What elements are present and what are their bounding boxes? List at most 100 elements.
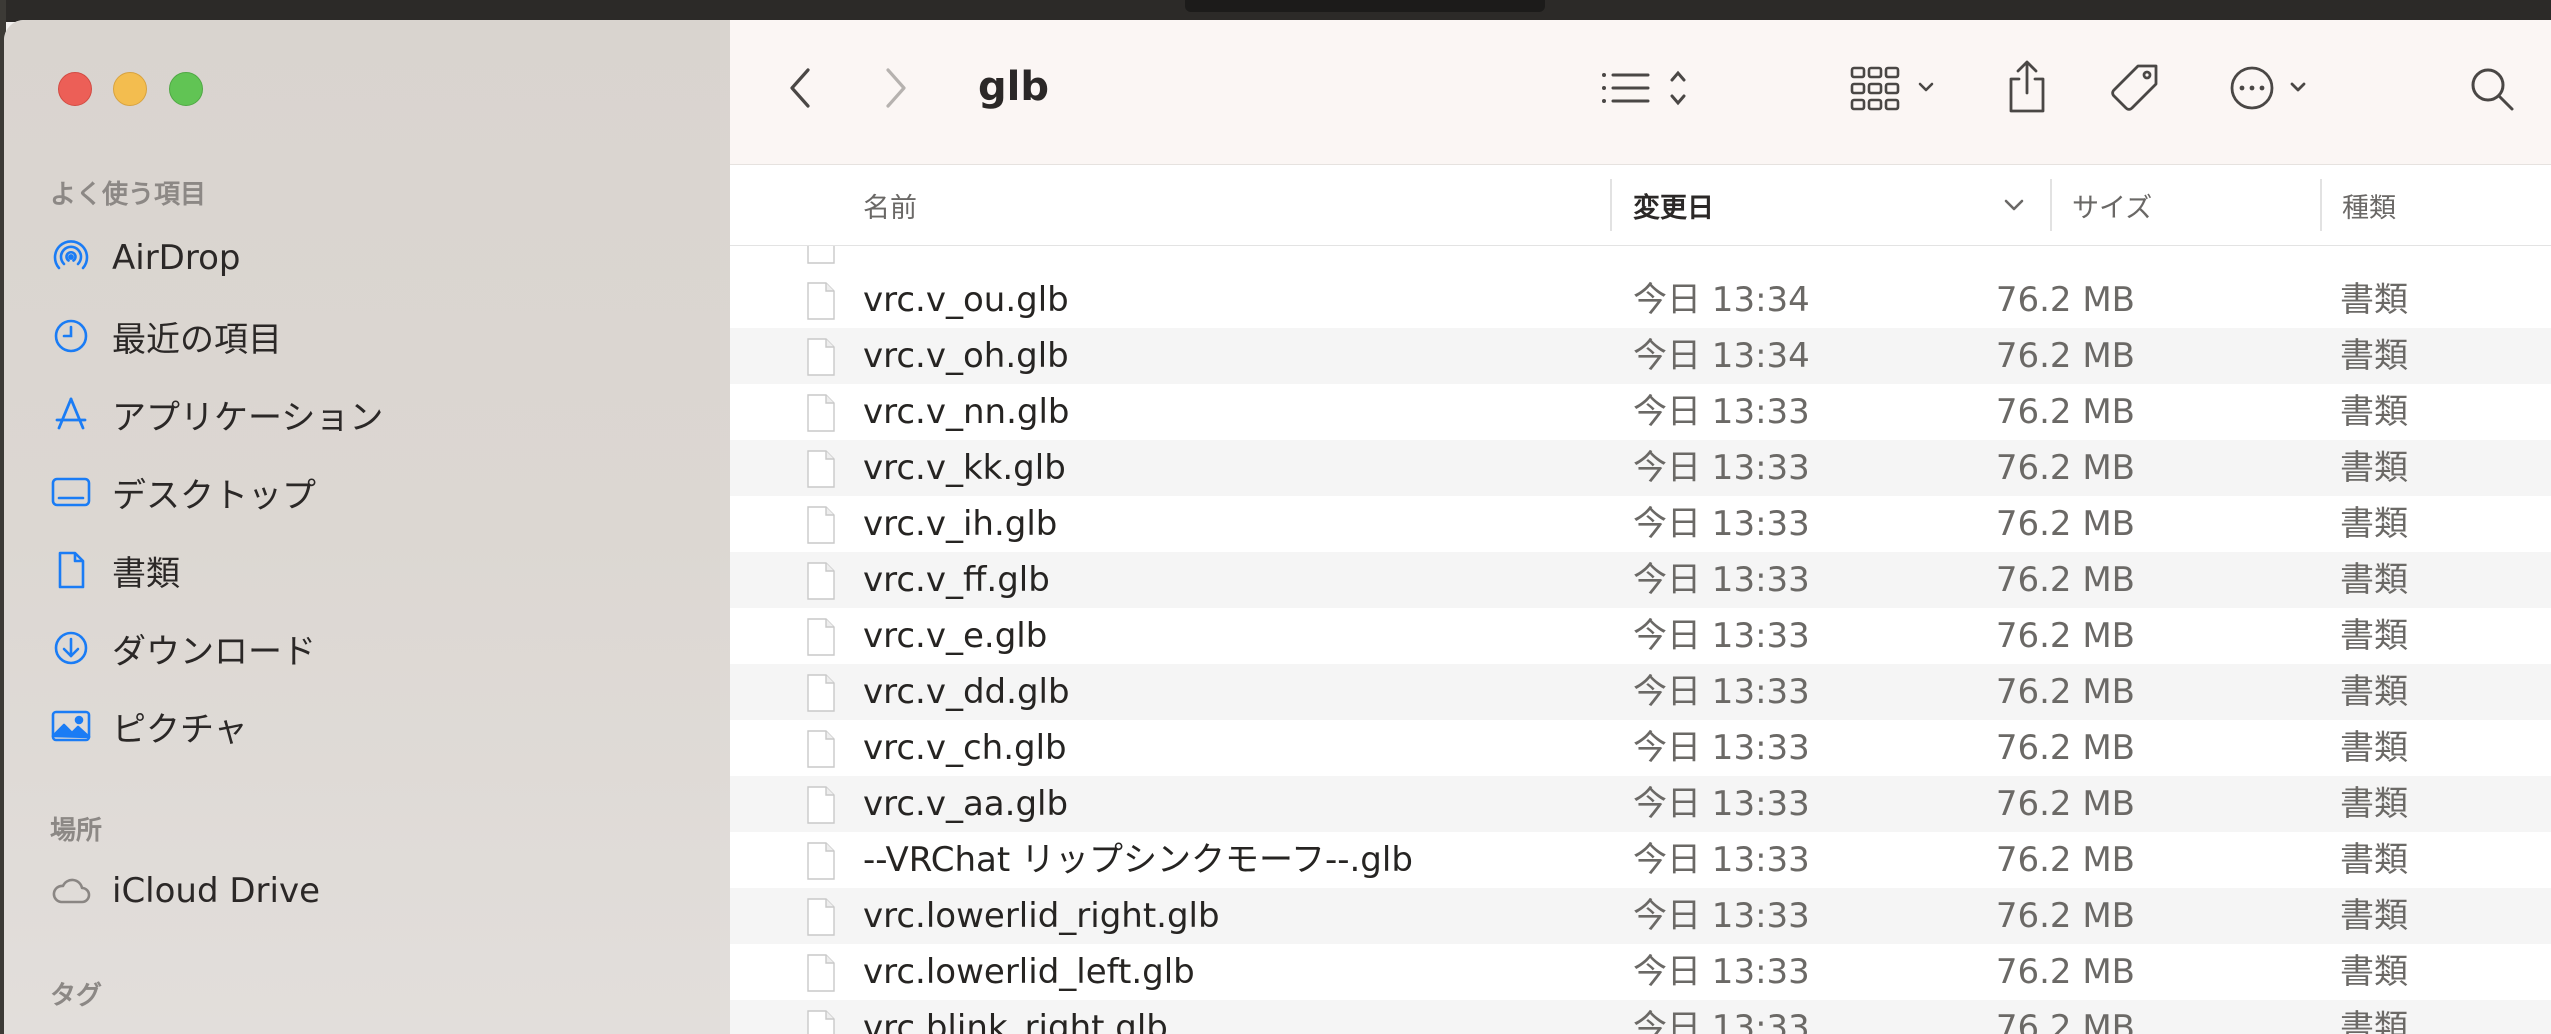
file-modified-date: 今日 13:33	[1633, 560, 1810, 600]
file-modified-date: 今日 13:33	[1633, 728, 1810, 768]
sidebar-item-label: ダウンロード	[112, 631, 316, 672]
file-modified-date: 今日 13:33	[1633, 952, 1810, 992]
sidebar-item-recents[interactable]: 最近の項目	[50, 308, 710, 364]
file-size: 76.2 MB	[1995, 448, 2135, 488]
file-modified-date: 今日 13:33	[1633, 392, 1810, 432]
file-icon	[807, 786, 835, 824]
clock-icon	[50, 315, 92, 357]
sidebar-item-documents[interactable]: 書類	[50, 542, 710, 598]
sidebar-item-downloads[interactable]: ダウンロード	[50, 620, 710, 676]
file-kind: 書類	[2340, 560, 2408, 600]
sidebar: よく使う項目 AirDrop 最近の項目 アプリケーション デスクトップ 書類 …	[4, 20, 730, 1034]
file-modified-date: 今日 13:33	[1633, 504, 1810, 544]
file-modified-date: 今日 13:33	[1633, 1008, 1810, 1034]
column-kind[interactable]: 種類	[2342, 165, 2396, 245]
file-name: vrc.v_ou.glb	[863, 280, 1069, 320]
table-row[interactable]: vrc.v_ih.glb 今日 13:33 76.2 MB 書類	[730, 496, 2551, 552]
sidebar-item-label: アプリケーション	[112, 397, 384, 438]
download-icon	[50, 627, 92, 669]
table-row[interactable]: vrc.v_nn.glb 今日 13:33 76.2 MB 書類	[730, 384, 2551, 440]
file-name: vrc.lowerlid_right.glb	[863, 896, 1220, 936]
file-icon	[807, 338, 835, 376]
document-icon	[50, 549, 92, 591]
table-row[interactable]: vrc.blink_right.glb 今日 13:33 76.2 MB 書類	[730, 1000, 2551, 1034]
group-button[interactable]	[1848, 64, 1948, 112]
file-size: 76.2 MB	[1995, 672, 2135, 712]
table-row[interactable]: vrc.v_dd.glb 今日 13:33 76.2 MB 書類	[730, 664, 2551, 720]
table-row[interactable]: vrc.lowerlid_left.glb 今日 13:33 76.2 MB 書類	[730, 944, 2551, 1000]
tag-button[interactable]	[2108, 60, 2164, 116]
sidebar-item-icloud-drive[interactable]: iCloud Drive	[50, 863, 710, 919]
file-name: vrc.lowerlid_left.glb	[863, 952, 1195, 992]
grid-group-icon	[1850, 66, 1934, 111]
search-button[interactable]	[2467, 64, 2517, 114]
file-name: vrc.v_oh.glb	[863, 336, 1069, 376]
sort-descending-icon[interactable]	[2002, 195, 2026, 215]
file-size: 76.2 MB	[1995, 952, 2135, 992]
table-row[interactable]: vrc.v_ou.glb 今日 13:34 76.2 MB 書類	[730, 272, 2551, 328]
table-row[interactable]: vrc.v_ff.glb 今日 13:33 76.2 MB 書類	[730, 552, 2551, 608]
file-name: vrc.v_kk.glb	[863, 448, 1066, 488]
file-icon	[807, 246, 835, 264]
table-row[interactable]: vrc.v_oh.glb 今日 13:34 76.2 MB 書類	[730, 328, 2551, 384]
file-modified-date: 今日 13:33	[1633, 672, 1810, 712]
file-kind: 書類	[2340, 616, 2408, 656]
file-icon	[807, 618, 835, 656]
file-kind: 書類	[2340, 840, 2408, 880]
column-divider[interactable]	[2320, 179, 2322, 231]
forward-button[interactable]	[874, 66, 918, 110]
table-row[interactable]: vrc.v_kk.glb 今日 13:33 76.2 MB 書類	[730, 440, 2551, 496]
table-row-partial[interactable]	[730, 246, 2551, 272]
column-name[interactable]: 名前	[863, 165, 917, 245]
file-kind: 書類	[2340, 336, 2408, 376]
file-icon	[807, 898, 835, 936]
file-kind: 書類	[2340, 784, 2408, 824]
sidebar-item-applications[interactable]: アプリケーション	[50, 386, 710, 442]
close-button[interactable]	[58, 72, 92, 106]
file-icon	[807, 1010, 835, 1034]
airdrop-icon	[50, 237, 92, 279]
file-icon	[807, 282, 835, 320]
sidebar-item-airdrop[interactable]: AirDrop	[50, 230, 710, 286]
file-list: vrc.v_ou.glb 今日 13:34 76.2 MB 書類 vrc.v_oh.gl…	[730, 246, 2551, 1034]
sidebar-item-desktop[interactable]: デスクトップ	[50, 464, 710, 520]
file-kind: 書類	[2340, 448, 2408, 488]
file-size: 76.2 MB	[1995, 616, 2135, 656]
table-row[interactable]: vrc.v_ch.glb 今日 13:33 76.2 MB 書類	[730, 720, 2551, 776]
column-date[interactable]: 変更日	[1633, 165, 1714, 245]
view-options-button[interactable]	[1596, 66, 1706, 110]
file-modified-date: 今日 13:33	[1633, 448, 1810, 488]
file-kind: 書類	[2340, 728, 2408, 768]
file-icon	[807, 450, 835, 488]
tags-heading: タグ	[50, 981, 103, 1011]
file-modified-date: 今日 13:33	[1633, 896, 1810, 936]
table-row[interactable]: vrc.v_e.glb 今日 13:33 76.2 MB 書類	[730, 608, 2551, 664]
column-header: 名前 変更日 サイズ 種類	[730, 165, 2551, 246]
file-kind: 書類	[2340, 952, 2408, 992]
minimize-button[interactable]	[113, 72, 147, 106]
forward-chevron-icon	[886, 68, 906, 108]
file-size: 76.2 MB	[1995, 280, 2135, 320]
file-icon	[807, 954, 835, 992]
column-size[interactable]: サイズ	[2072, 165, 2152, 245]
table-row[interactable]: --VRChat リップシンクモーフ--.glb 今日 13:33 76.2 MB 書…	[730, 832, 2551, 888]
column-divider[interactable]	[1610, 179, 1612, 231]
zoom-button[interactable]	[169, 72, 203, 106]
column-divider[interactable]	[2050, 179, 2052, 231]
sidebar-item-label: ピクチャ	[112, 709, 248, 750]
file-icon	[807, 842, 835, 880]
back-button[interactable]	[778, 66, 822, 110]
table-row[interactable]: vrc.v_aa.glb 今日 13:33 76.2 MB 書類	[730, 776, 2551, 832]
share-button[interactable]	[2002, 58, 2052, 116]
file-kind: 書類	[2340, 392, 2408, 432]
file-kind: 書類	[2340, 504, 2408, 544]
sidebar-item-pictures[interactable]: ピクチャ	[50, 698, 710, 754]
table-row[interactable]: vrc.lowerlid_right.glb 今日 13:33 76.2 MB 書類	[730, 888, 2551, 944]
file-size: 76.2 MB	[1995, 392, 2135, 432]
favorites-heading: よく使う項目	[50, 180, 207, 210]
file-name: vrc.v_nn.glb	[863, 392, 1070, 432]
more-actions-button[interactable]	[2228, 64, 2324, 112]
file-icon	[807, 730, 835, 768]
sidebar-item-label: AirDrop	[112, 238, 241, 278]
file-icon	[807, 394, 835, 432]
